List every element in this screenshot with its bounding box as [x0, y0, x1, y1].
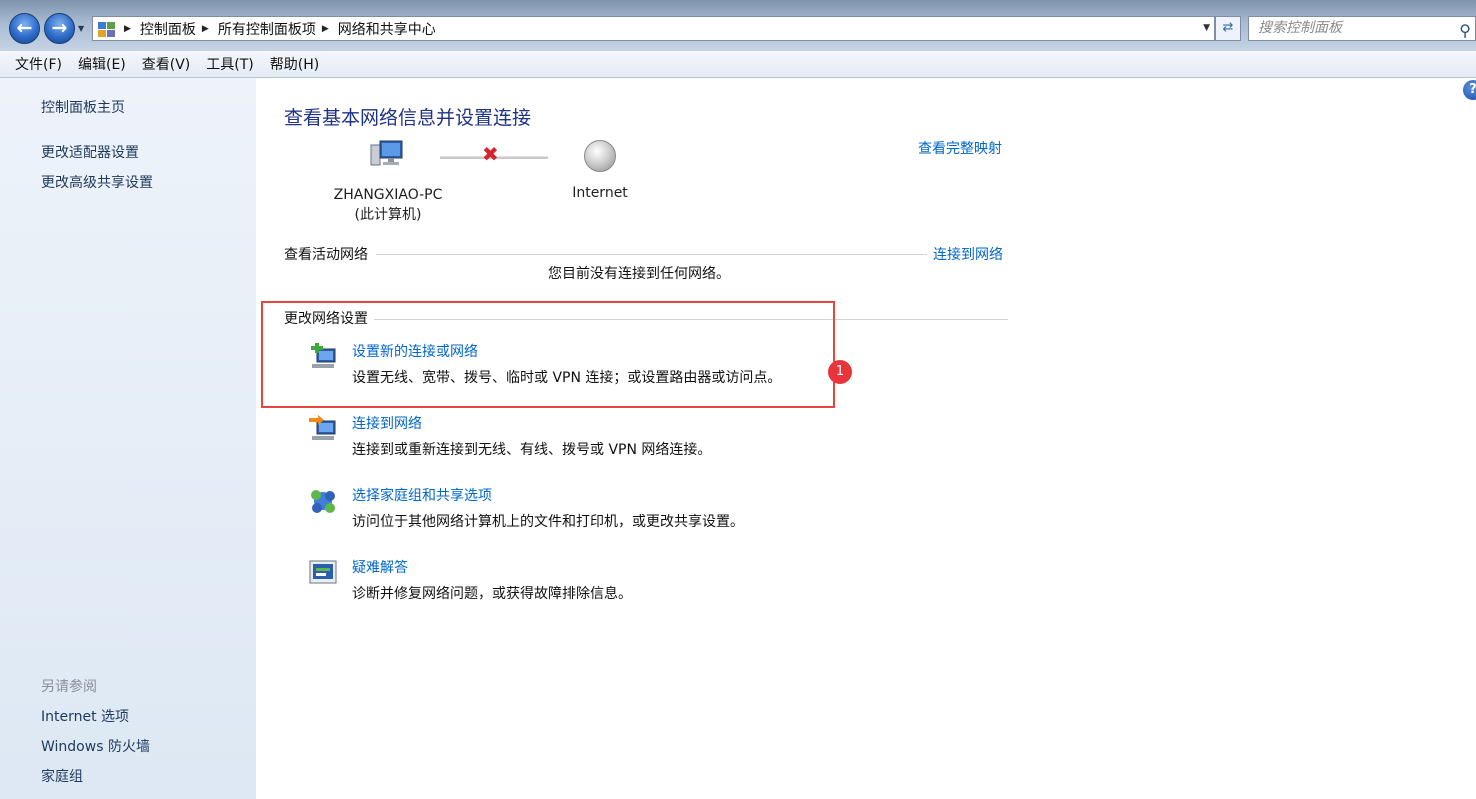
- page-title: 查看基本网络信息并设置连接: [284, 107, 532, 129]
- address-dropdown-icon[interactable]: ▼: [1203, 23, 1210, 33]
- breadcrumb-control-panel[interactable]: 控制面板: [140, 19, 196, 39]
- menu-bar: 文件(F) 编辑(E) 查看(V) 工具(T) 帮助(H): [0, 51, 1476, 78]
- internet-label: Internet: [572, 185, 628, 201]
- menu-edit[interactable]: 编辑(E): [70, 54, 134, 74]
- search-placeholder: 搜索控制面板: [1258, 20, 1342, 36]
- sidebar-item-homegroup[interactable]: 家庭组: [41, 766, 83, 786]
- full-map-link[interactable]: 查看完整映射: [918, 138, 1002, 158]
- connect-to-network-link[interactable]: 连接到网络: [927, 244, 1003, 264]
- active-networks-heading: 查看活动网络: [284, 244, 374, 264]
- breadcrumb-network-center[interactable]: 网络和共享中心: [338, 19, 436, 39]
- recent-pages-dropdown[interactable]: ▼: [78, 24, 84, 33]
- connect-network-icon: [309, 415, 336, 440]
- left-task-pane: 控制面板主页 更改适配器设置 更改高级共享设置 另请参阅 Internet 选项…: [0, 78, 256, 799]
- task-description: 诊断并修复网络问题，或获得故障排除信息。: [352, 586, 632, 602]
- sidebar-item-internet-options[interactable]: Internet 选项: [41, 706, 129, 726]
- menu-file[interactable]: 文件(F): [7, 54, 70, 74]
- sidebar-item-adapter-settings[interactable]: 更改适配器设置: [41, 142, 139, 162]
- main-content: 查看基本网络信息并设置连接 查看完整映射 ✖ ZHANGXIAO-PC (此计算…: [256, 78, 1476, 799]
- no-connection-text: 您目前没有连接到任何网络。: [548, 266, 730, 282]
- divider: [376, 254, 928, 255]
- sidebar-item-advanced-sharing[interactable]: 更改高级共享设置: [41, 172, 153, 192]
- task-description: 连接到或重新连接到无线、有线、拨号或 VPN 网络连接。: [352, 442, 712, 458]
- menu-view[interactable]: 查看(V): [134, 54, 199, 74]
- troubleshoot-icon: [309, 560, 337, 584]
- annotation-highlight-box: [261, 301, 835, 408]
- help-icon[interactable]: ?: [1463, 80, 1476, 100]
- breadcrumb-arrow-icon[interactable]: ▶: [202, 24, 209, 34]
- computer-label: ZHANGXIAO-PC (此计算机): [318, 185, 458, 225]
- task-link[interactable]: 选择家庭组和共享选项: [352, 485, 492, 505]
- computer-icon[interactable]: [370, 140, 404, 170]
- refresh-button[interactable]: ⇄: [1215, 16, 1241, 41]
- control-panel-icon: [96, 20, 118, 38]
- breadcrumb-arrow-icon[interactable]: ▶: [322, 24, 329, 34]
- menu-tools[interactable]: 工具(T): [198, 54, 261, 74]
- sidebar-item-windows-firewall[interactable]: Windows 防火墙: [41, 736, 150, 756]
- breadcrumb-arrow-icon: ▶: [124, 23, 131, 34]
- address-bar: ← → ▼ ▶ 控制面板 ▶ 所有控制面板项 ▶ 网络和共享中心 ▼ ⇄ 搜索控…: [0, 0, 1476, 51]
- task-link[interactable]: 连接到网络: [352, 413, 422, 433]
- annotation-step-badge: 1: [828, 360, 852, 384]
- forward-button[interactable]: →: [44, 13, 75, 44]
- search-input[interactable]: 搜索控制面板 ⚲: [1248, 16, 1476, 41]
- search-icon[interactable]: ⚲: [1459, 19, 1471, 42]
- back-button[interactable]: ←: [9, 13, 40, 44]
- disconnected-x-icon[interactable]: ✖: [482, 142, 499, 166]
- see-also-heading: 另请参阅: [41, 679, 97, 695]
- computer-sublabel: (此计算机): [354, 207, 422, 223]
- homegroup-icon: [311, 490, 335, 513]
- menu-help[interactable]: 帮助(H): [262, 54, 327, 74]
- task-description: 访问位于其他网络计算机上的文件和打印机，或更改共享设置。: [352, 514, 744, 530]
- computer-name: ZHANGXIAO-PC: [333, 187, 443, 203]
- internet-globe-icon[interactable]: [584, 140, 616, 172]
- task-link[interactable]: 疑难解答: [352, 557, 408, 577]
- sidebar-item-control-panel-home[interactable]: 控制面板主页: [41, 97, 125, 117]
- address-box[interactable]: ▶ 控制面板 ▶ 所有控制面板项 ▶ 网络和共享中心 ▼: [92, 16, 1215, 41]
- breadcrumb-all-items[interactable]: 所有控制面板项: [218, 19, 316, 39]
